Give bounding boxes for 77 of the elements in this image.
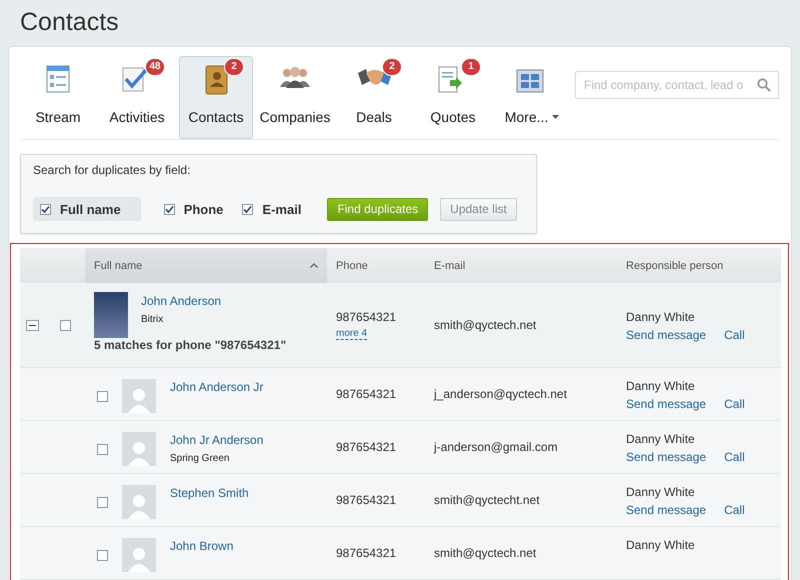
call-link[interactable]: Call: [724, 503, 745, 517]
person-silhouette-icon: [128, 546, 150, 572]
responsible-name: Danny White: [626, 379, 696, 393]
search-field[interactable]: Find company, contact, lead o: [575, 71, 779, 99]
grid-panel-icon: [516, 69, 544, 93]
checklist-icon: [121, 65, 149, 93]
more-link[interactable]: more 4: [336, 328, 368, 340]
match-summary: 5 matches for phone "987654321": [94, 338, 288, 352]
count-badge: 2: [382, 58, 402, 76]
count-badge: 48: [145, 58, 165, 76]
photo-placeholder: [94, 292, 128, 338]
checkbox[interactable]: [40, 204, 51, 214]
phone-number: 987654321: [336, 493, 396, 507]
column-header[interactable]: Phone: [327, 248, 425, 283]
company-name: Spring Green: [170, 453, 230, 464]
contact-name-link[interactable]: John Anderson: [141, 294, 222, 308]
checkbox[interactable]: [97, 444, 108, 455]
news-page-icon: [46, 65, 70, 93]
minus-icon: [29, 324, 36, 326]
collapse-toggle[interactable]: [26, 320, 39, 330]
responsible-name: Danny White: [626, 538, 696, 552]
toolbar-tab[interactable]: 48 Activities: [100, 56, 174, 139]
call-link[interactable]: Call: [724, 328, 745, 342]
email-address: j_anderson@qyctech.net: [434, 387, 567, 401]
checkbox[interactable]: [97, 497, 108, 508]
phone-number: 987654321: [336, 310, 398, 324]
send-message-link[interactable]: Send message: [626, 397, 706, 411]
contact-name-link[interactable]: Stephen Smith: [170, 486, 249, 500]
toolbar-tab[interactable]: Companies: [258, 56, 332, 139]
phone-number: 987654321: [336, 440, 396, 454]
responsible-name: Danny White: [626, 432, 696, 446]
email-address: smith@qyctech.net: [434, 318, 536, 332]
person-silhouette-icon: [128, 493, 150, 519]
checkbox[interactable]: [242, 204, 254, 214]
toolbar-tab[interactable]: 1 Quotes: [416, 56, 490, 139]
email-address: smith@qyctecht.net: [434, 493, 540, 507]
toolbar-tab[interactable]: Stream: [21, 56, 95, 139]
responsible-name: Danny White: [626, 485, 696, 499]
people-group-icon: [279, 65, 311, 89]
contact-name-link[interactable]: John Anderson Jr: [170, 380, 264, 394]
email-address: j-anderson@gmail.com: [434, 440, 558, 454]
checkbox[interactable]: [60, 320, 71, 330]
email-address: smith@qyctech.net: [434, 546, 536, 560]
phone-number: 987654321: [336, 546, 396, 560]
person-silhouette-icon: [128, 440, 150, 466]
contact-name-link[interactable]: John Brown: [170, 539, 234, 553]
checkbox[interactable]: [97, 391, 108, 402]
toolbar-tab[interactable]: 2 Contacts: [179, 56, 253, 139]
toolbar-tab[interactable]: 2 Deals: [337, 56, 411, 139]
send-message-link[interactable]: Send message: [626, 328, 706, 342]
call-link[interactable]: Call: [724, 450, 745, 464]
column-header[interactable]: E-mail: [425, 248, 617, 283]
checkbox[interactable]: [97, 550, 108, 561]
count-badge: 1: [461, 58, 481, 76]
company-name: Bitrix: [141, 314, 164, 325]
field-option[interactable]: Phone: [156, 197, 230, 221]
field-option[interactable]: E-mail: [235, 197, 308, 221]
person-silhouette-icon: [128, 387, 150, 413]
responsible-name: Danny White: [626, 310, 696, 324]
search-icon[interactable]: [757, 78, 771, 92]
address-book-icon: [204, 65, 228, 95]
count-badge: 2: [224, 58, 244, 76]
page-title: Contacts: [19, 7, 120, 37]
contact-name-link[interactable]: John Jr Anderson: [170, 433, 264, 447]
update-button[interactable]: Update list: [440, 198, 517, 220]
field-option[interactable]: Full name: [33, 197, 141, 221]
call-link[interactable]: Call: [724, 397, 745, 411]
panel-title: Search for duplicates by field:: [33, 163, 192, 177]
column-header[interactable]: Responsible person: [617, 248, 781, 283]
document-arrow-icon: [437, 65, 463, 95]
phone-number: 987654321: [336, 387, 396, 401]
send-message-link[interactable]: Send message: [626, 450, 706, 464]
caret-icon: [552, 115, 560, 119]
send-message-link[interactable]: Send message: [626, 503, 706, 517]
checkbox[interactable]: [164, 204, 175, 214]
toolbar-tab[interactable]: More...: [495, 56, 569, 139]
column-header[interactable]: Full name: [85, 248, 327, 283]
